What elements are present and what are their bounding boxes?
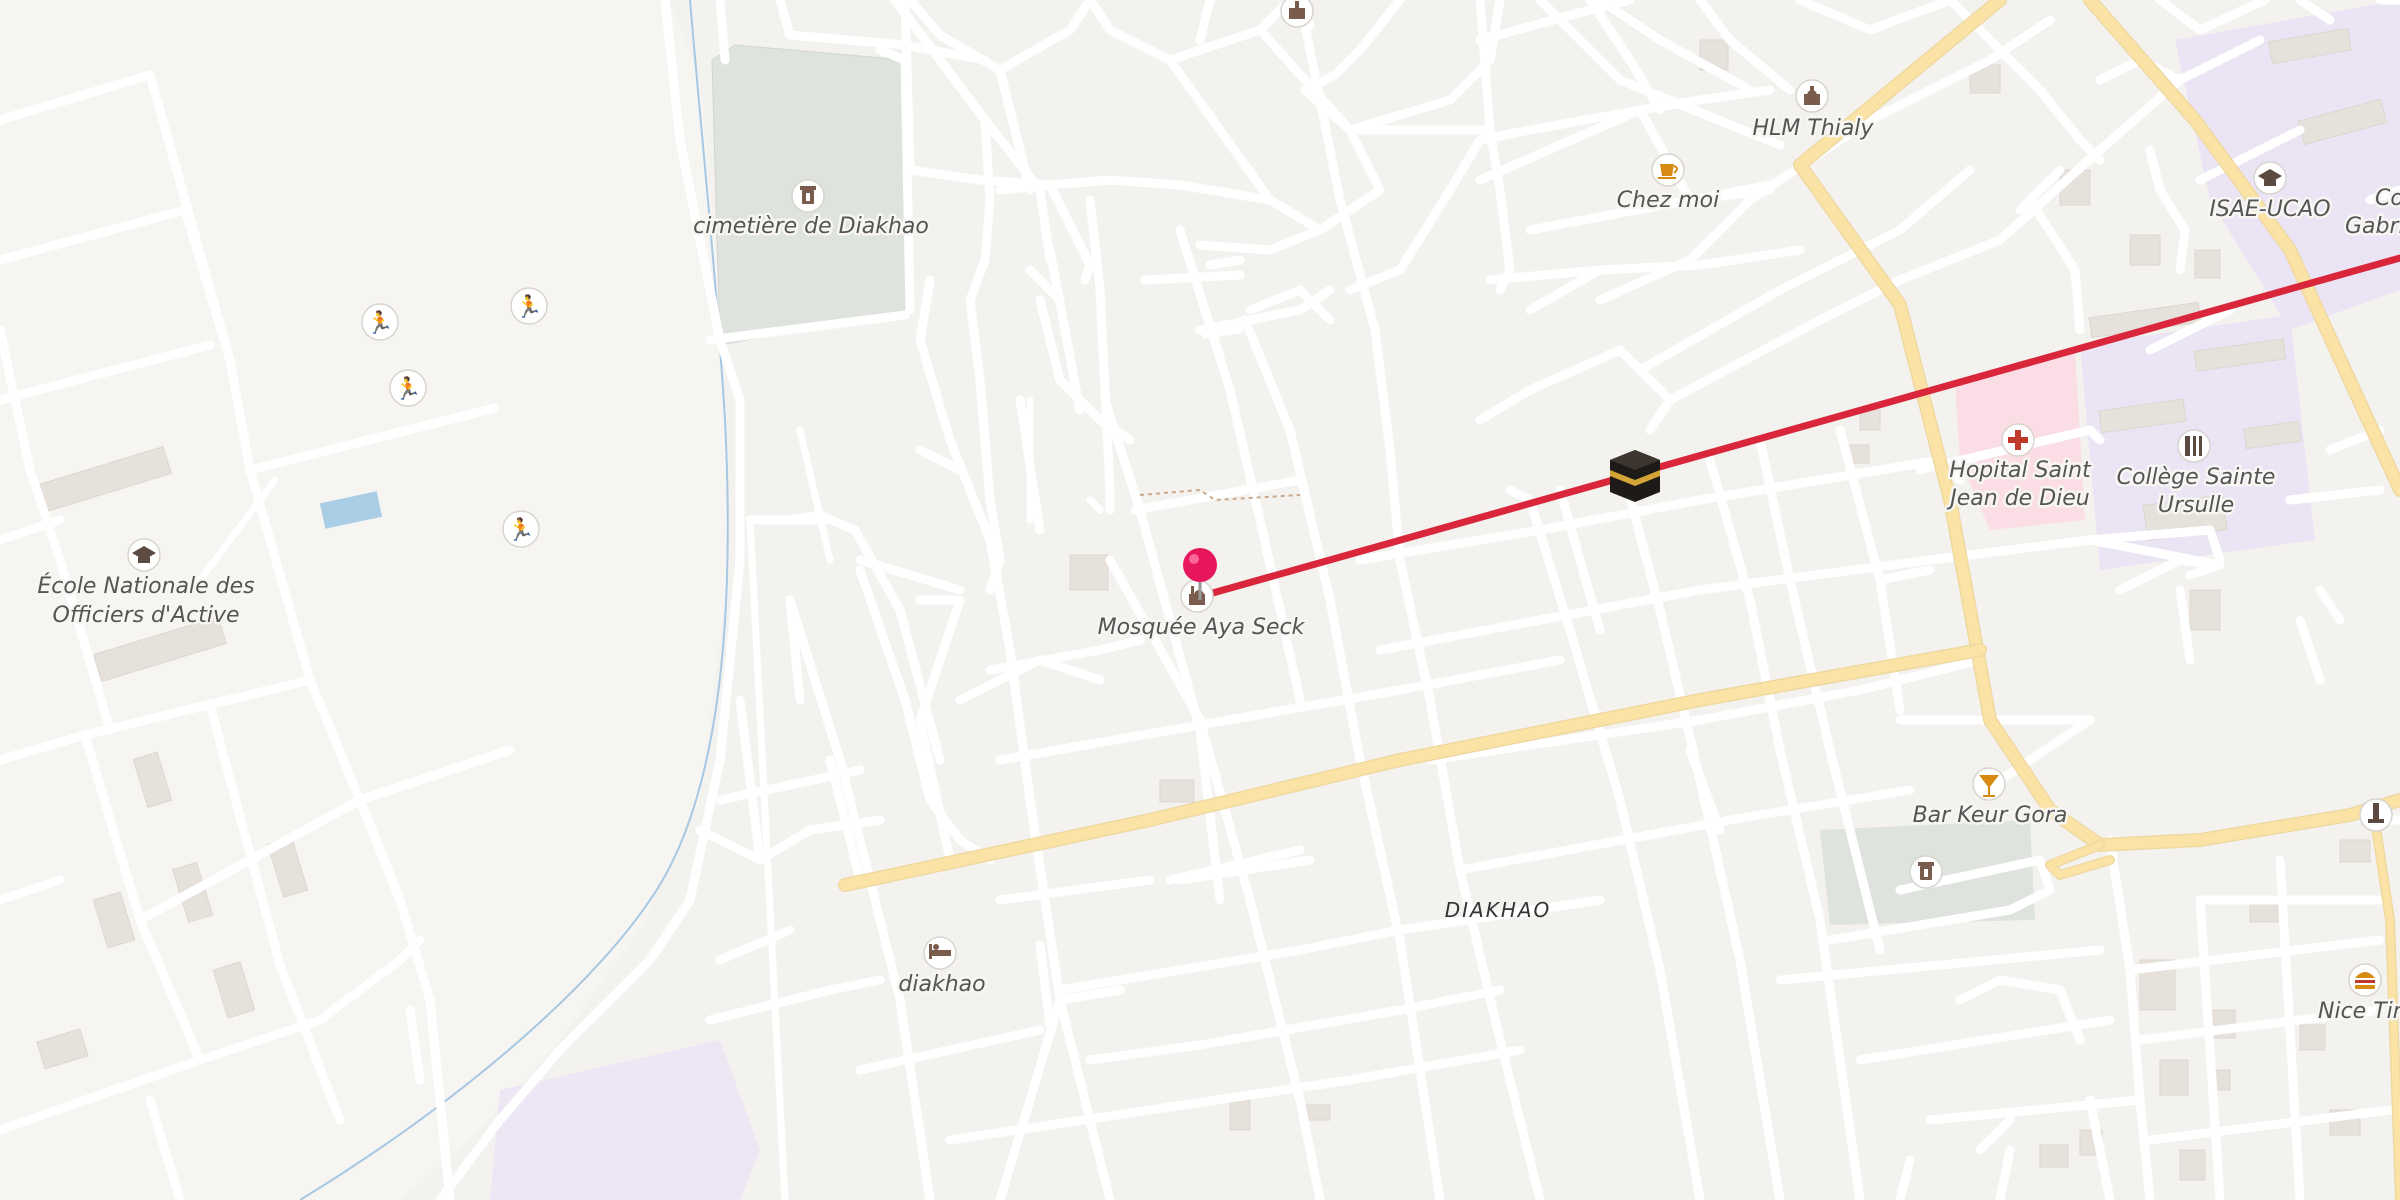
poi-label: ISAE-UCAO [2209,197,2330,222]
poi-label: Mosquée Aya Seck [1098,615,1306,640]
poi-label-line2: Gabri [2345,214,2400,239]
poi-mosque-top[interactable] [1280,0,1314,28]
poi-label: Nice Tim [2318,999,2400,1024]
kaaba-waypoint-marker[interactable] [1610,450,1660,502]
pin-head-icon [1183,548,1217,582]
poi-label: Bar Keur Gora [1913,803,2068,828]
poi-cemetery-east[interactable] [1909,855,1943,889]
cemetery-icon [1918,862,1934,880]
poi-label: Hopital Saint [1949,458,2092,483]
poi-sports-4[interactable]: 🏃 [502,510,540,548]
poi-label-line2: Officiers d'Active [53,603,240,628]
poi-monument-east[interactable] [2359,798,2393,832]
poi-label-line2: Ursulle [2158,493,2234,518]
cemetery-icon [800,186,816,204]
school-icon [2185,436,2202,456]
poi-sports-3[interactable]: 🏃 [389,369,427,407]
running-icon: 🏃 [507,517,534,543]
poi-sports-2[interactable]: 🏃 [510,287,548,325]
poi-sports-1[interactable]: 🏃 [361,303,399,341]
poi-label: HLM Thialy [1753,116,1875,141]
poi-label: cimetière de Diakhao [693,214,929,239]
poi-label: Chez moi [1617,188,1719,213]
running-icon: 🏃 [366,310,393,336]
poi-label: École Nationale des [37,573,254,599]
poi-label-line2: Jean de Dieu [1946,486,2089,511]
map-canvas[interactable]: DIAKHAO cimetière de Diakhao HLM Thialy [0,0,2400,1200]
running-icon: 🏃 [394,376,421,402]
poi-label: diakhao [898,972,985,997]
area-label-diakhao: DIAKHAO [1445,898,1552,922]
poi-label: Collè [2375,186,2400,211]
poi-label: Collège Sainte [2117,465,2276,490]
running-icon: 🏃 [515,294,542,320]
